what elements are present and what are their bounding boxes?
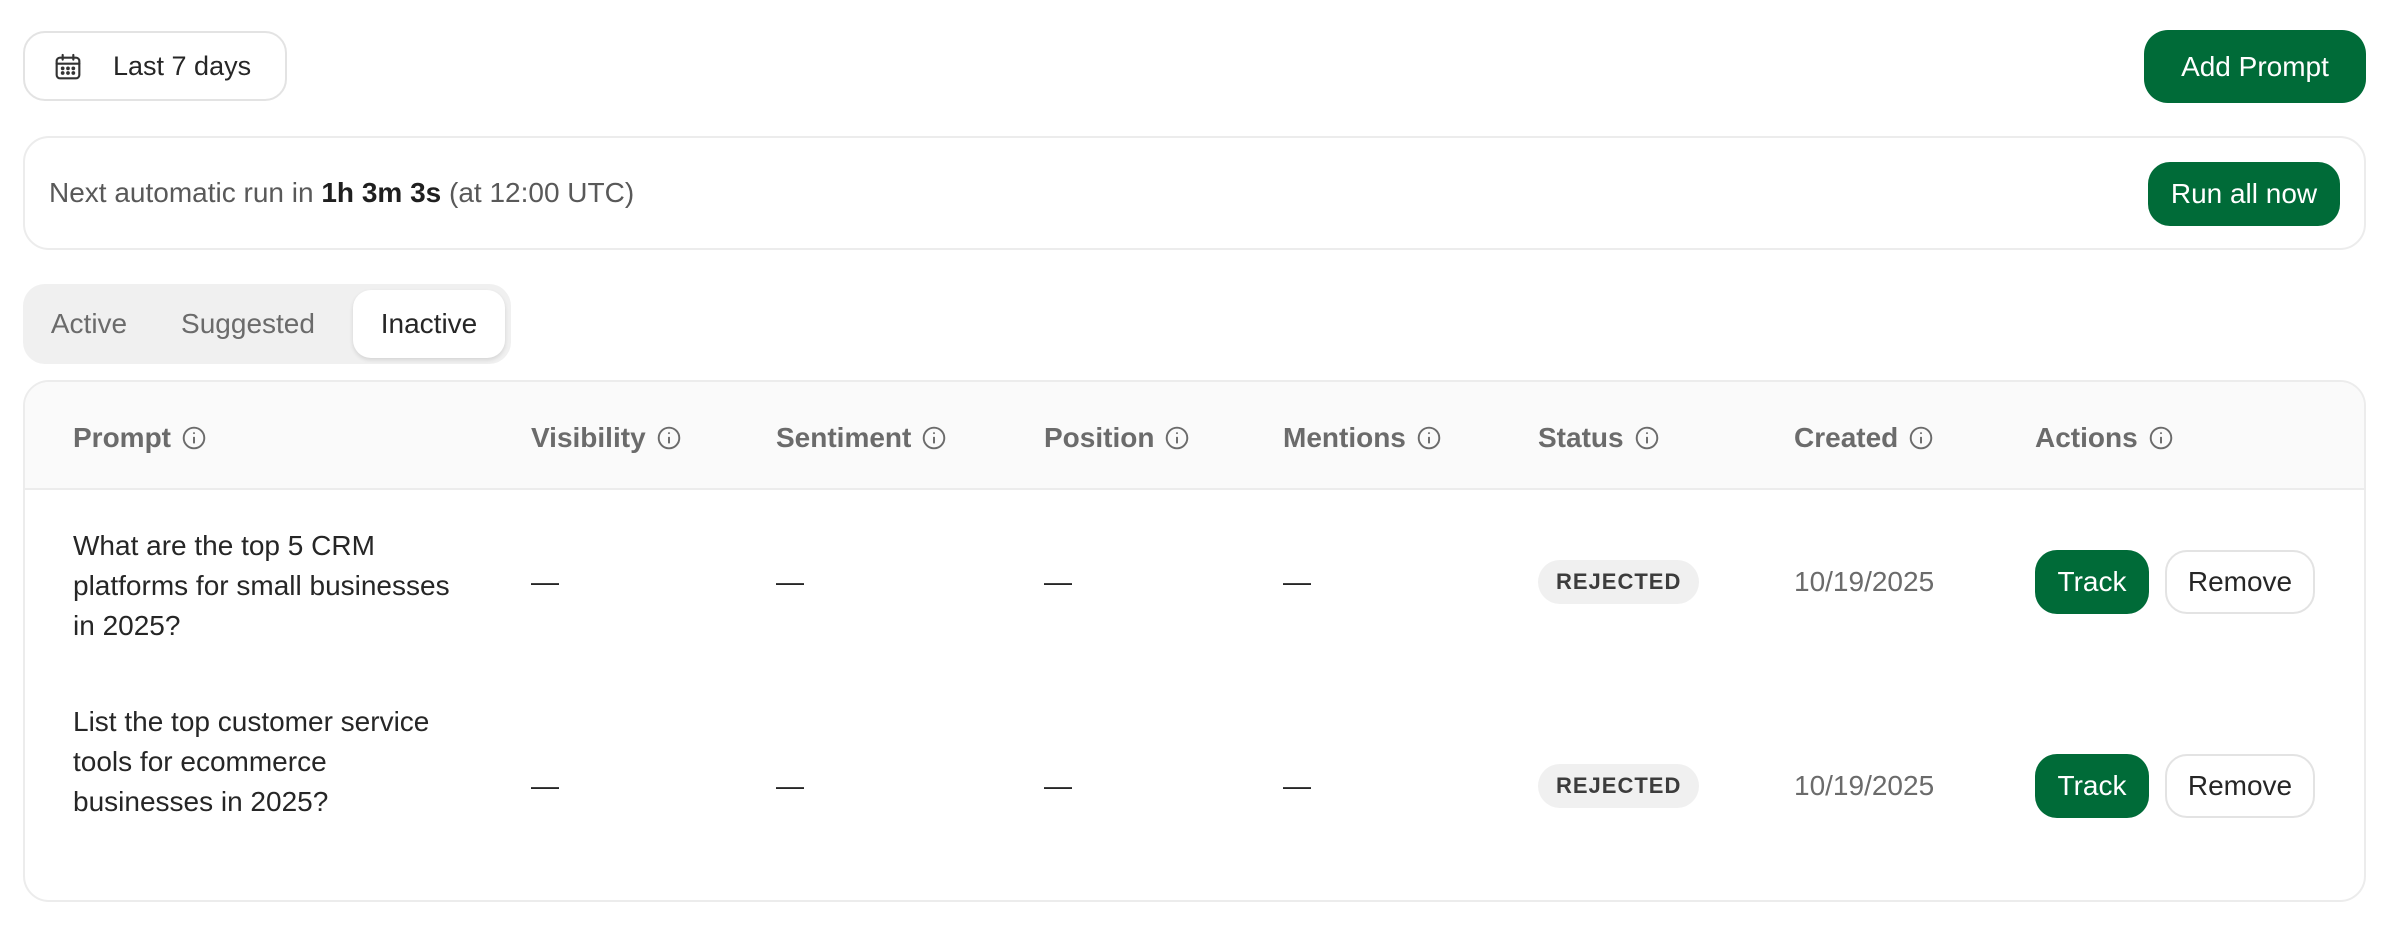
calendar-icon [55,53,81,80]
column-header-prompt: Prompt [73,422,207,454]
column-header-sentiment: Sentiment [776,422,947,454]
track-button[interactable]: Track [2035,754,2149,818]
prompt-text: What are the top 5 CRM platforms for sma… [73,530,450,641]
created-date: 10/19/2025 [1794,566,1935,597]
status-badge: REJECTED [1538,764,1700,808]
sentiment-value: — [776,770,804,801]
column-header-visibility: Visibility [531,422,682,454]
column-header-mentions: Mentions [1283,422,1442,454]
date-range-picker[interactable]: Last 7 days [23,31,287,101]
column-label: Status [1538,422,1624,453]
tab-suggested[interactable]: Suggested [163,290,333,358]
next-run-suffix: (at 12:00 UTC) [449,177,635,208]
add-prompt-button[interactable]: Add Prompt [2144,30,2366,103]
column-header-position: Position [1044,422,1190,454]
table-row: List the top customer service tools for … [25,680,2364,900]
info-icon[interactable] [1416,425,1442,451]
visibility-value: — [531,770,559,801]
column-header-created: Created [1794,422,1934,454]
info-icon[interactable] [2148,425,2174,451]
prompts-page: Last 7 days Add Prompt Next automatic ru… [0,0,2388,934]
mentions-value: — [1283,770,1311,801]
schedule-card: Next automatic run in 1h 3m 3s (at 12:00… [23,136,2366,250]
position-value: — [1044,566,1072,597]
column-label: Position [1044,422,1155,453]
prompt-text: List the top customer service tools for … [73,706,430,817]
column-label: Created [1794,422,1899,453]
info-icon[interactable] [181,425,207,451]
date-range-label: Last 7 days [113,50,252,81]
column-label: Sentiment [776,422,912,453]
next-run-prefix: Next automatic run in [49,177,314,208]
column-header-status: Status [1538,422,1660,454]
next-run-text: Next automatic run in 1h 3m 3s (at 12:00… [49,177,634,209]
tab-inactive[interactable]: Inactive [353,290,505,358]
info-icon[interactable] [921,425,947,451]
prompts-table: Prompt Visibility Sentiment Position Men… [23,380,2366,902]
track-button[interactable]: Track [2035,550,2149,614]
column-label: Mentions [1283,422,1406,453]
column-label: Visibility [531,422,646,453]
column-label: Prompt [73,422,171,453]
visibility-value: — [531,566,559,597]
position-value: — [1044,770,1072,801]
sentiment-value: — [776,566,804,597]
next-run-countdown: 1h 3m 3s [321,177,442,208]
tab-active[interactable]: Active [29,290,149,358]
column-header-actions: Actions [2035,422,2174,454]
column-label: Actions [2035,422,2138,453]
table-row: What are the top 5 CRM platforms for sma… [25,490,2364,680]
mentions-value: — [1283,566,1311,597]
info-icon[interactable] [1908,425,1934,451]
table-header: Prompt Visibility Sentiment Position Men… [25,382,2364,490]
remove-button[interactable]: Remove [2165,754,2315,818]
info-icon[interactable] [1634,425,1660,451]
prompt-status-tabs: Active Suggested Inactive [23,284,511,364]
created-date: 10/19/2025 [1794,770,1935,801]
status-badge: REJECTED [1538,560,1700,604]
remove-button[interactable]: Remove [2165,550,2315,614]
info-icon[interactable] [656,425,682,451]
run-all-now-button[interactable]: Run all now [2148,162,2340,226]
info-icon[interactable] [1164,425,1190,451]
